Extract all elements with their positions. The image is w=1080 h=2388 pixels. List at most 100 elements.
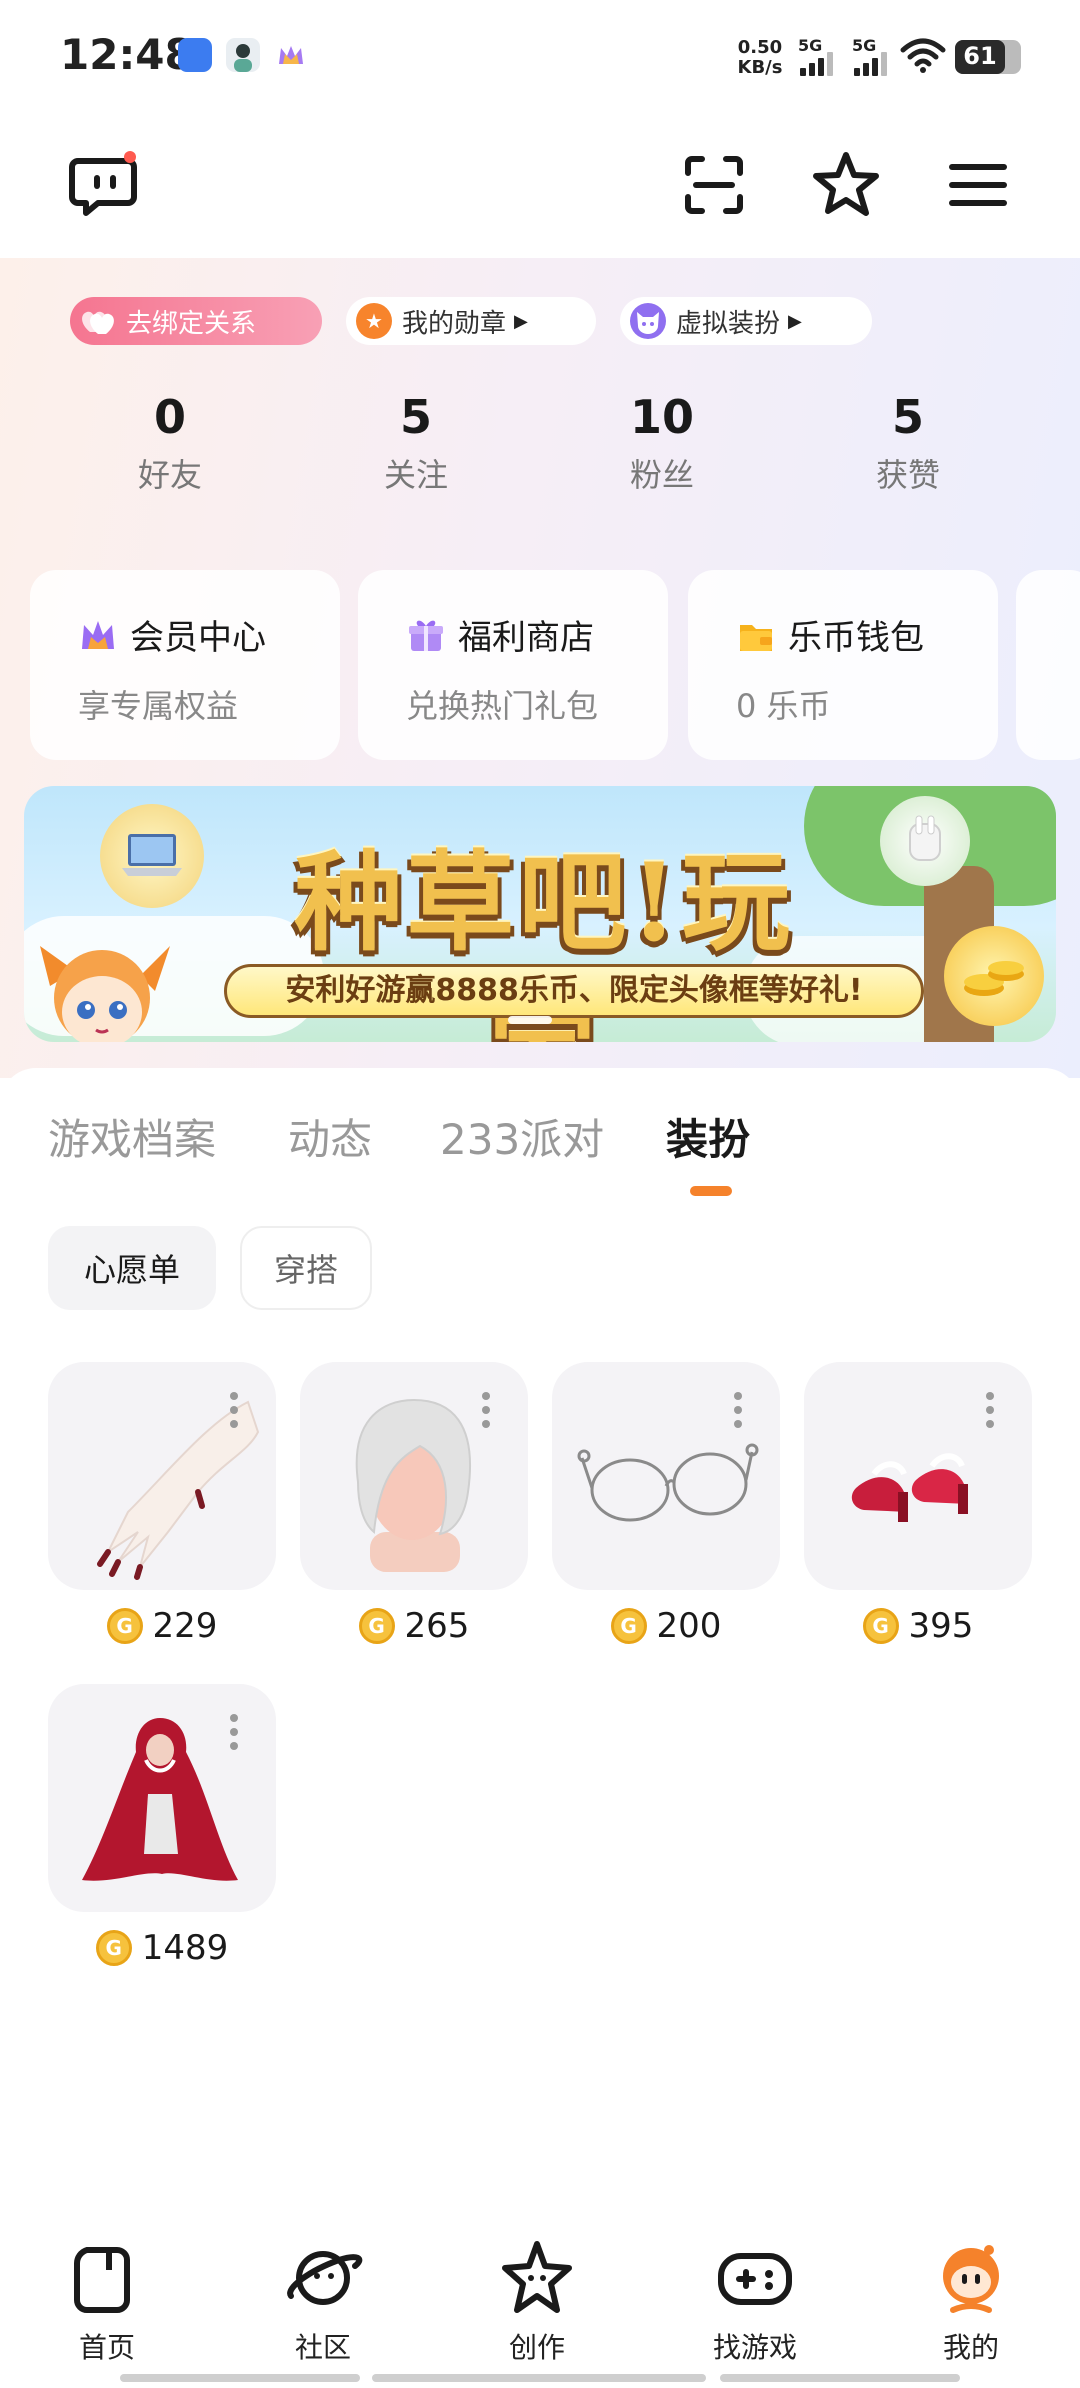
pill-label: 去绑定关系 — [126, 308, 257, 339]
price-value: 200 — [656, 1606, 722, 1646]
cat-avatar-icon — [630, 303, 666, 339]
more-service-card[interactable] — [1016, 570, 1080, 760]
battery-level: 61 — [963, 42, 997, 70]
price-value: 1489 — [141, 1928, 229, 1968]
banner-subtitle: 安利好游赢8888乐币、限定头像框等好礼! — [224, 964, 924, 1018]
chip-outfits[interactable]: 穿搭 — [240, 1226, 372, 1310]
scan-button[interactable] — [674, 145, 754, 225]
item-price: G 1489 — [48, 1928, 276, 1968]
stat-label: 获赞 — [875, 456, 940, 494]
chat-icon — [69, 151, 137, 216]
item-more-icon[interactable] — [230, 1392, 240, 1434]
crown-notification-icon — [274, 38, 308, 72]
stat-value: 0 — [153, 390, 186, 444]
nav-label: 首页 — [78, 2331, 135, 2364]
red-shoes-image — [851, 1453, 968, 1522]
welfare-store-card[interactable]: 福利商店 兑换热门礼包 — [358, 570, 668, 760]
item-price: G 265 — [300, 1606, 528, 1646]
gesture-bar — [120, 2374, 360, 2382]
card-subtitle: 0 乐币 — [736, 687, 831, 725]
chat-button[interactable] — [64, 145, 144, 225]
chip-wishlist[interactable]: 心愿单 — [48, 1226, 216, 1310]
banner-page-indicator — [490, 1016, 570, 1026]
create-star-icon — [502, 2241, 572, 2313]
stat-value: 10 — [629, 390, 694, 444]
planet-icon — [287, 2251, 363, 2305]
card-title: 福利商店 — [458, 618, 594, 658]
medal-icon: ★ — [356, 303, 392, 339]
stat-label: 关注 — [383, 456, 448, 494]
tab-dressup[interactable]: 装扮 — [666, 1106, 750, 1167]
nav-community[interactable]: 社区 — [248, 2236, 398, 2366]
item-more-icon[interactable] — [482, 1392, 492, 1434]
gift-icon — [409, 620, 443, 651]
item-more-icon[interactable] — [734, 1392, 744, 1434]
white-hair-image — [355, 1398, 471, 1572]
wishlist-item[interactable]: G 200 — [552, 1362, 780, 1646]
wishlist-item[interactable]: G 265 — [300, 1362, 528, 1646]
pill-label: 虚拟装扮 — [676, 308, 781, 339]
tab-game-profile[interactable]: 游戏档案 — [48, 1106, 216, 1167]
wishlist-item[interactable]: G 229 — [48, 1362, 276, 1646]
arrow-right-icon: ▶ — [514, 310, 528, 332]
member-center-card[interactable]: 会员中心 享专属权益 — [30, 570, 340, 760]
nav-find-games[interactable]: 找游戏 — [680, 2236, 830, 2366]
item-thumbnail — [300, 1362, 528, 1590]
home-icon — [74, 2247, 130, 2313]
item-thumbnail — [804, 1362, 1032, 1590]
wishlist-item[interactable]: G 395 — [804, 1362, 1032, 1646]
tab-233-party[interactable]: 233派对 — [440, 1106, 604, 1167]
price-value: 395 — [908, 1606, 974, 1646]
wifi-icon — [900, 38, 946, 73]
gesture-bar — [372, 2374, 706, 2382]
item-more-icon[interactable] — [986, 1392, 996, 1434]
tab-activity[interactable]: 动态 — [288, 1106, 372, 1167]
glasses-image — [577, 1443, 759, 1522]
star-icon — [813, 152, 879, 216]
arrow-right-icon: ▶ — [788, 310, 802, 332]
card-subtitle: 兑换热门礼包 — [406, 687, 599, 725]
network-speed: 0.50 KB/s — [737, 37, 783, 78]
earbuds-prize-icon — [880, 796, 970, 886]
bind-relationship-button[interactable]: 去绑定关系 — [70, 297, 322, 345]
price-value: 229 — [152, 1606, 218, 1646]
app-notification-icon — [178, 38, 212, 72]
card-subtitle: 享专属权益 — [78, 687, 239, 725]
card-title: 会员中心 — [130, 618, 266, 658]
status-bar: 12:48 0.50 KB/s 5G 5G 61 — [0, 0, 1080, 110]
item-thumbnail — [48, 1684, 276, 1912]
coin-icon: G — [95, 1930, 132, 1966]
mascot-character-icon — [30, 926, 180, 1042]
stat-followers[interactable]: 10 粉丝 — [582, 388, 742, 496]
stat-friends[interactable]: 0 好友 — [90, 388, 250, 496]
coin-icon: G — [358, 1608, 395, 1644]
menu-icon — [949, 164, 1007, 206]
nav-home[interactable]: 首页 — [32, 2236, 182, 2366]
item-price: G 200 — [552, 1606, 780, 1646]
hearts-icon — [80, 303, 116, 339]
top-header — [0, 110, 1080, 260]
wishlist-item[interactable]: G 1489 — [48, 1684, 276, 1968]
stat-value: 5 — [399, 390, 432, 444]
nav-label: 我的 — [942, 2331, 999, 2364]
item-more-icon[interactable] — [230, 1714, 240, 1756]
coins-prize-icon — [944, 926, 1044, 1026]
red-cloak-image — [82, 1718, 238, 1881]
favorite-button[interactable] — [806, 145, 886, 225]
nav-label: 社区 — [294, 2331, 351, 2364]
nav-me[interactable]: 我的 — [896, 2236, 1046, 2366]
coin-wallet-card[interactable]: 乐币钱包 0 乐币 — [688, 570, 998, 760]
gesture-bar — [720, 2374, 960, 2382]
virtual-dressup-button[interactable]: 虚拟装扮 ▶ — [620, 297, 872, 345]
item-price: G 395 — [804, 1606, 1032, 1646]
my-medals-button[interactable]: ★ 我的勋章 ▶ — [346, 297, 596, 345]
stat-likes[interactable]: 5 获赞 — [828, 388, 988, 496]
nav-create[interactable]: 创作 — [462, 2236, 612, 2366]
gamepad-icon — [718, 2253, 792, 2305]
promo-banner[interactable]: 种草吧!玩家 安利好游赢8888乐币、限定头像框等好礼! — [24, 786, 1056, 1042]
crown-icon — [82, 620, 114, 649]
menu-button[interactable] — [938, 145, 1018, 225]
coin-icon: G — [610, 1608, 647, 1644]
avatar-notification-icon — [226, 38, 260, 72]
stat-following[interactable]: 5 关注 — [336, 388, 496, 496]
